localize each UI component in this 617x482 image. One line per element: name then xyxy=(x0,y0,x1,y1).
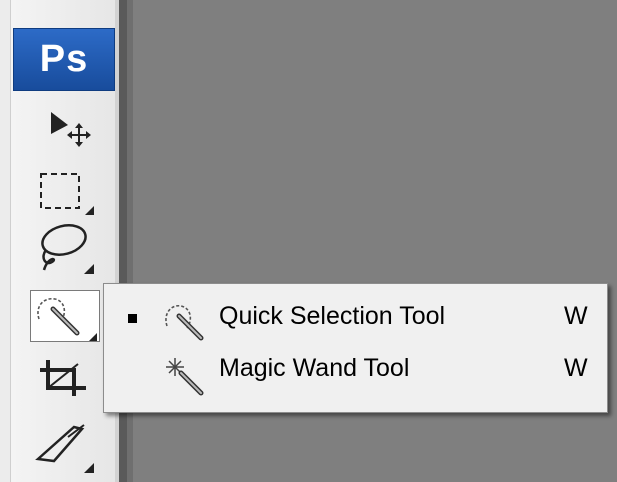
crop-tool-button[interactable] xyxy=(24,350,104,400)
left-panel-strip xyxy=(0,0,10,482)
selected-bullet-icon xyxy=(128,314,137,323)
menu-item-magic-wand[interactable]: Magic Wand Tool W xyxy=(104,344,607,398)
quick-selection-icon xyxy=(37,297,97,341)
crop-icon xyxy=(40,360,86,396)
marquee-tool-button[interactable] xyxy=(24,160,104,215)
lasso-tool-button[interactable] xyxy=(24,218,104,274)
menu-item-label: Magic Wand Tool xyxy=(219,354,410,382)
menu-item-label: Quick Selection Tool xyxy=(219,302,446,330)
menu-item-shortcut: W xyxy=(564,354,588,382)
quick-selection-tool-button[interactable] xyxy=(30,290,100,342)
menu-item-quick-selection[interactable]: Quick Selection Tool W xyxy=(104,292,607,346)
magic-wand-icon xyxy=(166,358,204,396)
slice-icon xyxy=(35,424,94,473)
move-tool-button[interactable] xyxy=(24,100,104,150)
photoshop-logo[interactable]: Ps xyxy=(13,28,115,91)
rectangle-marquee-icon xyxy=(40,173,94,215)
lasso-icon xyxy=(41,224,94,274)
move-icon xyxy=(51,112,91,147)
quick-selection-icon xyxy=(165,304,204,341)
menu-item-shortcut: W xyxy=(564,302,588,330)
slice-tool-button[interactable] xyxy=(24,415,104,473)
tool-flyout-menu: Quick Selection Tool W Magic Wand Tool W xyxy=(103,283,608,413)
